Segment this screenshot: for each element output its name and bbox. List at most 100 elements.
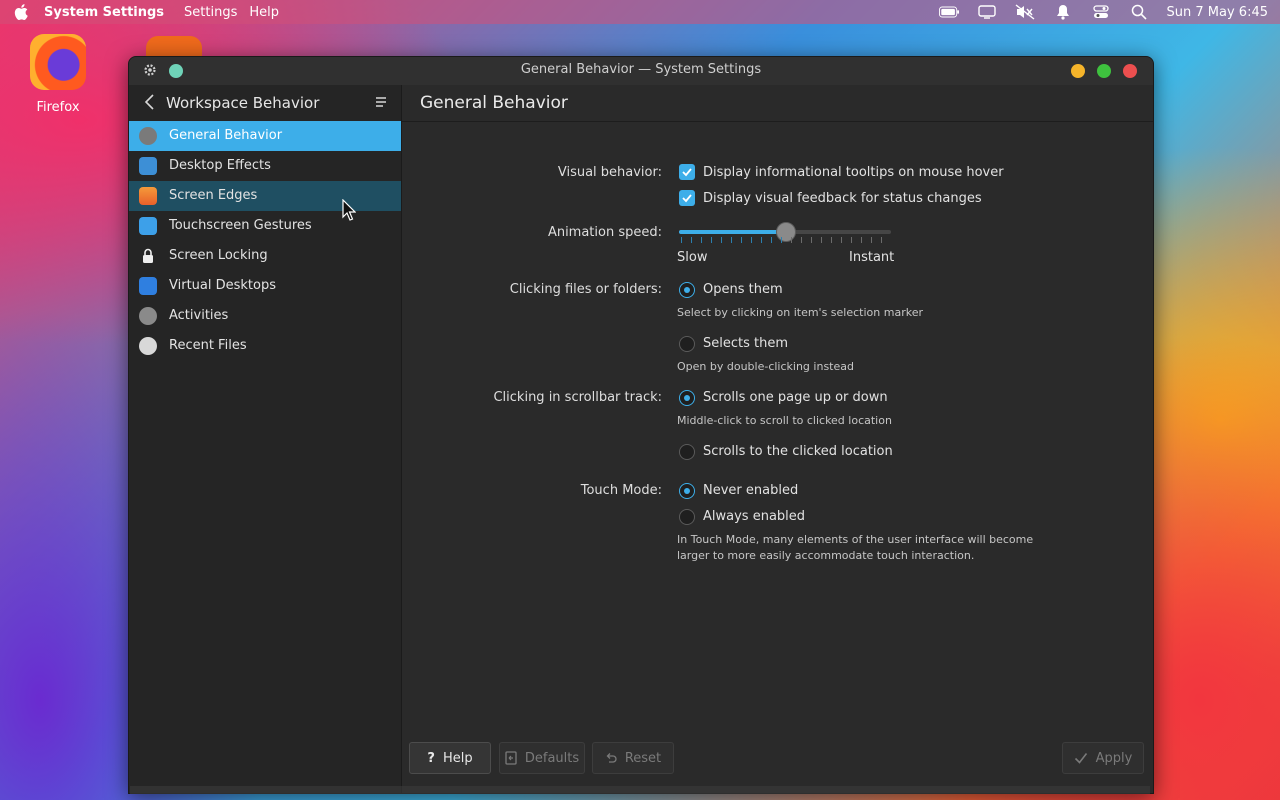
sidebar-item-general-behavior[interactable]: General Behavior <box>129 121 401 151</box>
notifications-bell-icon[interactable] <box>1053 4 1073 20</box>
menu-help[interactable]: Help <box>249 5 279 20</box>
control-center-icon[interactable] <box>1091 4 1111 20</box>
sidebar-item-screen-locking[interactable]: Screen Locking <box>129 241 401 271</box>
close-button[interactable] <box>1123 64 1137 78</box>
defaults-button[interactable]: Defaults <box>499 742 585 774</box>
help-button[interactable]: ? Help <box>409 742 491 774</box>
clock[interactable]: Sun 7 May 6:45 <box>1167 5 1268 20</box>
never-enabled-label[interactable]: Never enabled <box>703 483 798 498</box>
opens-them-radio[interactable] <box>679 282 695 298</box>
tooltips-checkbox[interactable] <box>679 164 695 180</box>
help-button-label: Help <box>442 750 473 766</box>
window-titlebar[interactable]: General Behavior — System Settings <box>129 57 1153 85</box>
mouse-cursor-icon <box>342 199 356 221</box>
slider-tick <box>871 237 872 243</box>
maximize-button[interactable] <box>1097 64 1111 78</box>
sidebar-item-label: Recent Files <box>169 338 247 353</box>
slider-tick <box>711 237 712 243</box>
apply-button-label: Apply <box>1095 750 1133 766</box>
page-title: General Behavior <box>420 93 568 113</box>
sidebar: Workspace Behavior General Behavior Desk… <box>129 85 402 793</box>
slider-tick <box>791 237 792 243</box>
search-icon[interactable] <box>1129 4 1149 20</box>
sidebar-item-label: Virtual Desktops <box>169 278 276 293</box>
slider-tick <box>761 237 762 243</box>
slider-ticks <box>681 237 891 245</box>
slider-tick <box>861 237 862 243</box>
opens-them-label[interactable]: Opens them <box>703 282 783 297</box>
touch-mode-hint-line2: larger to more easily accommodate touch … <box>677 549 975 562</box>
defaults-icon <box>505 751 517 765</box>
sidebar-item-recent-files[interactable]: Recent Files <box>129 331 401 361</box>
selects-them-radio[interactable] <box>679 336 695 352</box>
scroll-page-label[interactable]: Scrolls one page up or down <box>703 390 888 405</box>
active-app-name[interactable]: System Settings <box>44 5 164 20</box>
minimize-button[interactable] <box>1071 64 1085 78</box>
virtual-desktops-icon <box>139 277 157 295</box>
system-settings-window: General Behavior — System Settings Works… <box>128 56 1154 794</box>
animation-speed-label: Animation speed: <box>547 225 662 240</box>
sidebar-item-label: Screen Edges <box>169 188 258 203</box>
main-content: General Behavior Visual behavior: Displa… <box>402 85 1153 793</box>
apple-logo-icon[interactable] <box>12 2 32 22</box>
desktop-icon-label: Firefox <box>36 100 80 115</box>
defaults-button-label: Defaults <box>524 750 580 766</box>
slider-tick <box>751 237 752 243</box>
taskbar-dock <box>130 786 1150 794</box>
selects-them-hint: Open by double-clicking instead <box>677 360 854 373</box>
sidebar-item-activities[interactable]: Activities <box>129 301 401 331</box>
desktop-icon-firefox[interactable]: Firefox <box>24 34 92 115</box>
display-icon[interactable] <box>977 4 997 20</box>
sidebar-item-touchscreen-gestures[interactable]: Touchscreen Gestures <box>129 211 401 241</box>
sidebar-item-label: Screen Locking <box>169 248 268 263</box>
volume-muted-icon[interactable] <box>1015 4 1035 20</box>
slider-tick <box>681 237 682 243</box>
slider-tick <box>731 237 732 243</box>
battery-icon[interactable] <box>938 4 959 20</box>
always-enabled-label[interactable]: Always enabled <box>703 509 805 524</box>
opens-them-hint: Select by clicking on item's selection m… <box>677 306 923 319</box>
hamburger-menu-icon[interactable] <box>375 96 387 108</box>
slider-fill <box>679 230 785 234</box>
reset-undo-icon <box>606 753 617 763</box>
scroll-page-radio[interactable] <box>679 390 695 406</box>
slider-tick <box>801 237 802 243</box>
sidebar-item-desktop-effects[interactable]: Desktop Effects <box>129 151 401 181</box>
slider-tick <box>721 237 722 243</box>
animation-speed-slider[interactable] <box>679 222 891 242</box>
status-feedback-checkbox[interactable] <box>679 190 695 206</box>
slider-tick <box>831 237 832 243</box>
clock-icon <box>139 337 157 355</box>
firefox-icon <box>30 34 86 90</box>
scroll-page-hint: Middle-click to scroll to clicked locati… <box>677 414 892 427</box>
sidebar-item-label: Touchscreen Gestures <box>169 218 312 233</box>
touch-mode-hint-line1: In Touch Mode, many elements of the user… <box>677 533 1034 546</box>
touch-icon <box>139 217 157 235</box>
slider-tick <box>841 237 842 243</box>
always-enabled-radio[interactable] <box>679 509 695 525</box>
scroll-location-radio[interactable] <box>679 444 695 460</box>
app-icon <box>146 36 202 56</box>
scroll-location-label[interactable]: Scrolls to the clicked location <box>703 444 893 459</box>
apply-button[interactable]: Apply <box>1062 742 1144 774</box>
slider-max-label: Instant <box>849 250 895 265</box>
slider-min-label: Slow <box>677 250 708 265</box>
sidebar-item-screen-edges[interactable]: Screen Edges <box>129 181 401 211</box>
visual-behavior-label: Visual behavior: <box>557 165 662 180</box>
checkmark-icon <box>1074 753 1087 764</box>
desktop-icon-app[interactable] <box>146 36 202 56</box>
activities-icon <box>139 307 157 325</box>
effects-icon <box>139 157 157 175</box>
slider-tick <box>771 237 772 243</box>
status-feedback-option-label[interactable]: Display visual feedback for status chang… <box>703 191 982 206</box>
sidebar-item-virtual-desktops[interactable]: Virtual Desktops <box>129 271 401 301</box>
reset-button[interactable]: Reset <box>592 742 674 774</box>
slider-tick <box>811 237 812 243</box>
back-arrow-icon[interactable] <box>143 94 157 110</box>
slider-tick <box>821 237 822 243</box>
tooltips-option-label[interactable]: Display informational tooltips on mouse … <box>703 165 1004 180</box>
sidebar-category-title: Workspace Behavior <box>166 94 320 112</box>
menu-settings[interactable]: Settings <box>184 5 237 20</box>
never-enabled-radio[interactable] <box>679 483 695 499</box>
selects-them-label[interactable]: Selects them <box>703 336 788 351</box>
